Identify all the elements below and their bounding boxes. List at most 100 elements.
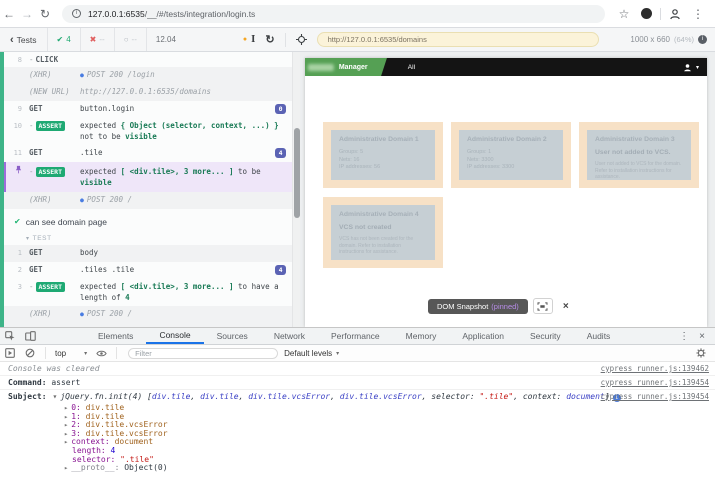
source-link[interactable]: cypress_runner.js:139462: [601, 364, 709, 373]
source-link[interactable]: cypress_runner.js:139454: [601, 392, 709, 401]
app-brand[interactable]: Manager: [305, 58, 387, 76]
log-row-get-body[interactable]: 1 GET body: [4, 245, 292, 262]
tab-memory[interactable]: Memory: [393, 328, 450, 344]
passed-stat[interactable]: ✔ 4: [47, 28, 80, 51]
xhr-dot-icon: ●: [80, 310, 84, 318]
reload-icon[interactable]: ↻: [36, 7, 54, 21]
snapshot-close-button[interactable]: ×: [558, 298, 574, 314]
test-section-header[interactable]: ▾TEST: [4, 232, 292, 245]
command-log-scrollbar[interactable]: [292, 52, 300, 327]
command-name: GET: [22, 104, 80, 113]
console-cleared-text: Console was cleared: [8, 364, 100, 373]
back-icon[interactable]: ←: [0, 7, 18, 21]
pending-stat[interactable]: ○ --: [114, 28, 146, 51]
menu-kebab-icon[interactable]: ⋮: [689, 7, 707, 21]
circle-icon: ○: [124, 35, 129, 44]
log-row-xhr[interactable]: (XHR) ●POST 200 /: [4, 192, 292, 209]
tab-security[interactable]: Security: [517, 328, 574, 344]
url-path: /__/#/tests/integration/login.ts: [145, 9, 256, 19]
tab-audits[interactable]: Audits: [574, 328, 624, 344]
tab-network[interactable]: Network: [261, 328, 318, 344]
snapshot-label: DOM Snapshot: [437, 302, 488, 311]
user-menu[interactable]: ▾: [683, 63, 707, 72]
snapshot-controls: DOM Snapshot(pinned) ×: [428, 298, 574, 314]
back-to-tests-link[interactable]: ‹ Tests: [0, 35, 47, 45]
tab-elements[interactable]: Elements: [85, 328, 146, 344]
log-row-assert-pinned[interactable]: -ASSERT expected [ <div.tile>, 3 more...…: [4, 162, 292, 192]
failed-stat[interactable]: ✖ --: [80, 28, 114, 51]
log-row-xhr[interactable]: (XHR) ●POST 200 /: [4, 306, 292, 323]
clear-console-icon[interactable]: [20, 348, 40, 358]
check-icon: ✔: [14, 217, 21, 226]
object-prop-row[interactable]: ▸3: div.tile.vcsError: [64, 430, 715, 439]
command-message: .tiles .tile: [80, 265, 275, 276]
device-toolbar-icon[interactable]: [20, 331, 40, 341]
forward-icon[interactable]: →: [18, 7, 36, 21]
extension-icon[interactable]: [641, 8, 652, 19]
restart-tests-icon[interactable]: ↻: [265, 33, 274, 46]
tests-label: Tests: [17, 35, 37, 45]
devtools-close-icon[interactable]: ×: [699, 331, 705, 342]
tile-error-title: User not added to VCS.: [595, 149, 683, 156]
log-row-assert-1[interactable]: 10 -ASSERT expected { Object (selector, …: [4, 118, 292, 146]
row-number: 10: [4, 122, 22, 130]
xhr-message: POST 200 /: [87, 309, 132, 318]
caret-down-icon[interactable]: ▾: [53, 392, 58, 401]
comma: ,: [513, 392, 523, 401]
log-row-get-button[interactable]: 9 GET button.login 0: [4, 101, 292, 118]
console-filter-input[interactable]: [128, 348, 278, 359]
profile-icon[interactable]: [669, 8, 681, 20]
app-url-field[interactable]: http://127.0.0.1:6535/domains: [317, 32, 599, 47]
snapshot-highlight-button[interactable]: [533, 298, 553, 314]
selector-playground-icon[interactable]: [296, 34, 307, 45]
caret-down-icon: ▾: [26, 236, 30, 242]
failed-count: --: [99, 35, 104, 44]
execution-context-icon[interactable]: [0, 348, 20, 358]
address-bar[interactable]: i 127.0.0.1:6535/__/#/tests/integration/…: [62, 5, 605, 23]
log-levels-selector[interactable]: Default levels ▾: [284, 349, 339, 358]
log-row-get-tiles[interactable]: 2 GET .tiles .tile 4: [4, 262, 292, 279]
test-title-can-see-domain-page[interactable]: ✔ can see domain page: [4, 209, 292, 232]
tile-domain-1[interactable]: Administrative Domain 1 Groups: 5 Nets: …: [323, 122, 443, 188]
tile-domain-3[interactable]: Administrative Domain 3 User not added t…: [579, 122, 699, 188]
command-name: GET: [22, 248, 80, 257]
tab-performance[interactable]: Performance: [318, 328, 393, 344]
selector-value: ".tile": [479, 392, 513, 401]
pin-icon[interactable]: [15, 165, 22, 174]
nav-item-all[interactable]: All: [408, 64, 415, 71]
assert-pill: ASSERT: [36, 282, 65, 292]
object-prop-row[interactable]: ▸context: document: [64, 438, 715, 447]
tile-domain-2[interactable]: Administrative Domain 2 Groups: 1 Nets: …: [451, 122, 571, 188]
object-prop-row[interactable]: ▸0: div.tile: [64, 404, 715, 413]
log-row-new-url[interactable]: (NEW URL) http://127.0.0.1:6535/domains: [4, 84, 292, 101]
viewport-info-icon[interactable]: i: [698, 35, 707, 44]
tile-title: Administrative Domain 4: [339, 211, 427, 218]
log-row-xhr[interactable]: (XHR) ●POST 200 /login: [4, 67, 292, 84]
tab-sources[interactable]: Sources: [204, 328, 261, 344]
console-settings-gear-icon[interactable]: [695, 348, 715, 358]
page-info-icon[interactable]: i: [72, 9, 81, 18]
tab-application[interactable]: Application: [449, 328, 517, 344]
prop-value: Object(0): [124, 463, 167, 472]
inspect-element-icon[interactable]: [0, 331, 20, 341]
command-key: Command:: [8, 378, 47, 387]
app-under-test: Manager All ▾ Administrative Domain 1 Gr…: [305, 58, 707, 327]
devtools-kebab-icon[interactable]: ⋮: [679, 331, 689, 342]
assert-text: expected: [80, 121, 121, 130]
autoscroll-dot-icon[interactable]: ●: [243, 36, 247, 43]
check-icon: ✔: [57, 35, 64, 44]
object-prop-row[interactable]: length: 4: [64, 447, 715, 456]
log-row-assert-length[interactable]: 3 -ASSERT expected [ <div.tile>, 3 more.…: [4, 279, 292, 307]
context-value: top: [55, 349, 66, 358]
source-link[interactable]: cypress_runner.js:139454: [601, 378, 709, 387]
live-expression-eye-icon[interactable]: [91, 349, 111, 358]
log-row-click[interactable]: 8 -CLICK: [4, 52, 292, 67]
caret-down-icon: ▾: [84, 350, 87, 357]
bookmark-star-icon[interactable]: ☆: [615, 7, 633, 21]
context-selector[interactable]: top ▾: [51, 349, 91, 358]
tile-domain-4[interactable]: Administrative Domain 4 VCS not created …: [323, 197, 443, 268]
caret-right-icon: ▸: [64, 430, 68, 438]
log-row-get-tile[interactable]: 11 GET .tile 4: [4, 145, 292, 162]
tab-console[interactable]: Console: [146, 328, 203, 344]
object-proto-row[interactable]: ▸__proto__: Object(0): [64, 464, 715, 473]
